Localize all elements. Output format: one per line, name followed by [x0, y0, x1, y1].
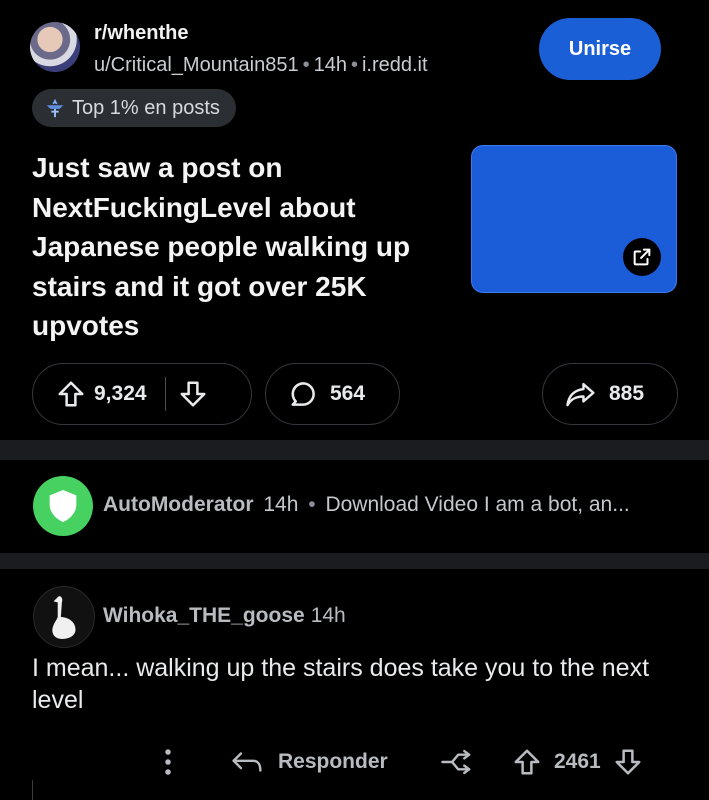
comments-button[interactable]: 564: [265, 363, 400, 425]
external-link-button[interactable]: [623, 238, 661, 276]
commenter-avatar[interactable]: [33, 586, 95, 648]
post-domain[interactable]: i.redd.it: [362, 54, 428, 76]
award-button[interactable]: [440, 742, 474, 782]
top-badge-icon: [46, 98, 64, 118]
reply-label: Responder: [278, 750, 388, 773]
automod-preview: Download Video I am a bot, an...: [325, 493, 630, 516]
comment-count: 564: [330, 382, 366, 405]
post-vote-count: 9,324: [94, 382, 147, 405]
automod-age: 14h: [263, 493, 299, 516]
goose-icon: [52, 596, 76, 639]
reply-icon: [232, 752, 262, 772]
comment-username[interactable]: Wihoka_THE_goose: [103, 604, 305, 627]
thread-line: [32, 780, 33, 800]
comment-vote-control: 2461: [512, 742, 643, 782]
join-button[interactable]: Unirse: [539, 18, 661, 80]
automod-username[interactable]: AutoModerator: [103, 493, 254, 516]
upvote-icon[interactable]: [512, 747, 542, 777]
automod-comment-collapsed[interactable]: AutoModerator 14h • Download Video I am …: [103, 493, 630, 517]
share-button[interactable]: 885: [542, 363, 678, 425]
post-title[interactable]: Just saw a post on NextFuckingLevel abou…: [32, 148, 442, 346]
comment-vote-count: 2461: [554, 750, 601, 773]
share-count: 885: [609, 382, 645, 405]
more-options-button[interactable]: [162, 742, 174, 782]
subreddit-avatar[interactable]: [30, 22, 80, 72]
downvote-icon[interactable]: [178, 379, 208, 409]
downvote-icon[interactable]: [613, 747, 643, 777]
more-icon: [165, 749, 171, 775]
award-icon: [441, 749, 471, 775]
share-icon: [566, 382, 595, 407]
comment-icon: [291, 382, 315, 406]
shield-icon: [49, 490, 77, 522]
subreddit-name[interactable]: r/whenthe: [94, 22, 188, 45]
post-meta: u/Critical_Mountain851 • 14h • i.redd.it: [94, 54, 428, 76]
comment-header: Wihoka_THE_goose 14h: [103, 604, 346, 628]
external-link-icon: [633, 248, 651, 266]
section-separator: [0, 553, 709, 569]
automoderator-avatar[interactable]: [33, 476, 93, 536]
vote-divider: [164, 377, 166, 411]
post-author[interactable]: u/Critical_Mountain851: [94, 54, 299, 76]
comment-age: 14h: [310, 604, 346, 627]
section-separator: [0, 440, 709, 460]
reply-button[interactable]: Responder: [230, 742, 388, 782]
post-age: 14h: [313, 54, 347, 76]
badge-label: Top 1% en posts: [72, 96, 220, 119]
top-posts-badge: Top 1% en posts: [32, 89, 236, 127]
vote-control: 9,324: [32, 363, 252, 425]
comment-body: I mean... walking up the stairs does tak…: [32, 654, 650, 714]
upvote-icon[interactable]: [56, 379, 86, 409]
